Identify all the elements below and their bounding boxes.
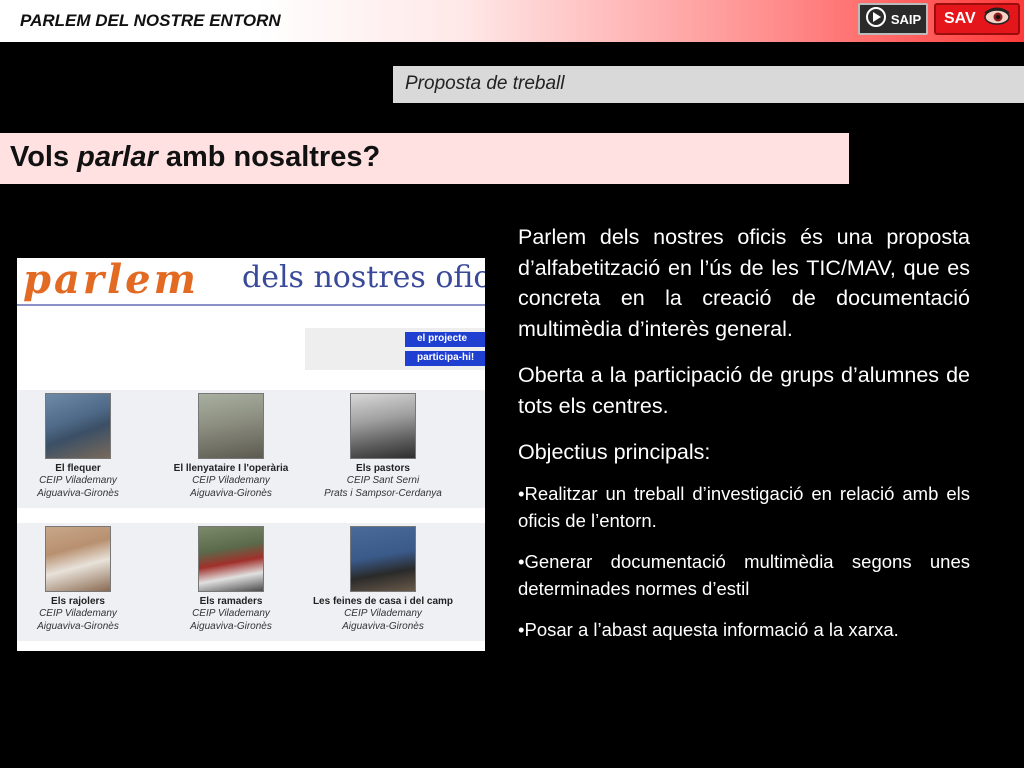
photo-thumbnail bbox=[198, 393, 264, 459]
photo-thumbnail bbox=[350, 393, 416, 459]
body-text: Parlem dels nostres oficis és una propos… bbox=[518, 222, 970, 643]
paragraph-objectius: Objectius principals: bbox=[518, 440, 711, 464]
card-place: Aiguaviva-Gironès bbox=[190, 488, 272, 499]
saip-label: SAIP bbox=[890, 11, 922, 27]
bullet-item: •Posar a l’abast aquesta informació a la… bbox=[518, 618, 899, 640]
card-title: Els ramaders bbox=[199, 596, 263, 607]
card-school: CEIP Sant Serni bbox=[346, 475, 420, 486]
photo-thumbnail bbox=[45, 393, 111, 459]
paragraph-intro: Parlem dels nostres oficis és una propos… bbox=[518, 225, 970, 341]
top-header-bar: PARLEM DEL NOSTRE ENTORN SAIP SAV bbox=[0, 0, 1024, 42]
card-el-flequer[interactable]: El flequer CEIP Vilademany Aiguaviva-Gir… bbox=[17, 393, 153, 500]
eye-icon bbox=[982, 6, 1012, 33]
sav-label: SAV bbox=[944, 10, 976, 27]
site-logo-header: parlem dels nostres oficis bbox=[17, 258, 485, 306]
menu-el-projecte[interactable]: el projecte bbox=[405, 332, 485, 347]
bullet-item: •Realitzar un treball d’investigació en … bbox=[518, 482, 970, 532]
card-les-feines[interactable]: Les feines de casa i del camp CEIP Vilad… bbox=[308, 526, 458, 633]
card-el-llenyataire[interactable]: El llenyataire I l'operària CEIP Viladem… bbox=[156, 393, 306, 500]
website-screenshot: parlem dels nostres oficis el projecte p… bbox=[17, 258, 485, 651]
paragraph-oberta: Oberta a la participació de grups d’alum… bbox=[518, 363, 970, 418]
card-school: CEIP Vilademany bbox=[192, 608, 270, 619]
card-els-rajolers[interactable]: Els rajolers CEIP Vilademany Aiguaviva-G… bbox=[17, 526, 153, 633]
card-place: Prats i Sampsor-Cerdanya bbox=[324, 488, 442, 499]
card-els-pastors[interactable]: Els pastors CEIP Sant Serni Prats i Samp… bbox=[308, 393, 458, 500]
saip-button[interactable]: SAIP bbox=[858, 3, 928, 35]
sav-button[interactable]: SAV bbox=[934, 3, 1020, 35]
card-title: El llenyataire I l'operària bbox=[173, 463, 289, 474]
card-place: Aiguaviva-Gironès bbox=[190, 621, 272, 632]
card-school: CEIP Vilademany bbox=[39, 475, 117, 486]
card-school: CEIP Vilademany bbox=[192, 475, 270, 486]
heading-part2: amb nosaltres? bbox=[157, 141, 381, 173]
card-title: El flequer bbox=[55, 463, 101, 474]
card-title: Les feines de casa i del camp bbox=[312, 596, 454, 607]
card-title: Els pastors bbox=[356, 463, 410, 474]
site-logo-rest: dels nostres oficis bbox=[242, 260, 485, 295]
card-school: CEIP Vilademany bbox=[39, 608, 117, 619]
card-place: Aiguaviva-Gironès bbox=[37, 621, 119, 632]
card-title: Els rajolers bbox=[51, 596, 105, 607]
site-logo-word: parlem bbox=[23, 258, 199, 303]
card-school: CEIP Vilademany bbox=[344, 608, 422, 619]
photo-thumbnail bbox=[350, 526, 416, 592]
heading-part1: Vols bbox=[10, 141, 78, 173]
play-circle-icon bbox=[865, 6, 887, 33]
card-els-ramaders[interactable]: Els ramaders CEIP Vilademany Aiguaviva-G… bbox=[156, 526, 306, 633]
card-place: Aiguaviva-Gironès bbox=[37, 488, 119, 499]
slide-heading: Vols parlar amb nosaltres? bbox=[0, 133, 849, 184]
site-menu-panel: el projecte participa-hi! bbox=[305, 328, 485, 370]
photo-thumbnail bbox=[45, 526, 111, 592]
bullet-item: •Generar documentació multimèdia segons … bbox=[518, 550, 970, 600]
heading-emphasis: parlar bbox=[77, 141, 158, 173]
photo-thumbnail bbox=[198, 526, 264, 592]
menu-participa[interactable]: participa-hi! bbox=[405, 351, 485, 366]
card-place: Aiguaviva-Gironès bbox=[342, 621, 424, 632]
subtitle-bar: Proposta de treball bbox=[393, 66, 1024, 103]
presentation-title: PARLEM DEL NOSTRE ENTORN bbox=[20, 11, 281, 30]
